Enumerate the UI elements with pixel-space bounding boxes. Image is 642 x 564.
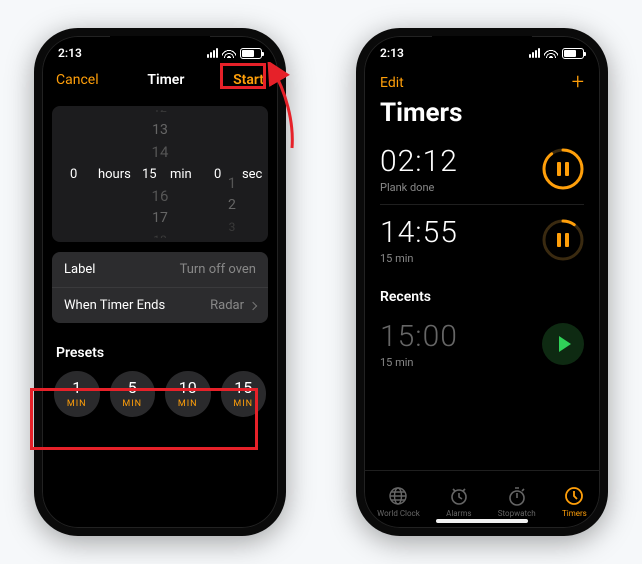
tab-alarms[interactable]: Alarms — [446, 486, 471, 518]
row-label-key: Label — [64, 262, 95, 277]
preset-button[interactable]: 5 MIN — [110, 371, 156, 417]
add-button[interactable]: + — [572, 72, 584, 94]
chevron-right-icon — [249, 301, 257, 309]
alarm-icon — [449, 486, 469, 506]
pause-button[interactable] — [542, 219, 584, 261]
preset-button[interactable]: 1 MIN — [54, 371, 100, 417]
cancel-button[interactable]: Cancel — [56, 72, 99, 88]
cellular-icon — [529, 48, 540, 58]
phone-timer-setup: 2:13 Cancel Timer Start — [34, 28, 286, 536]
nav-bar: Edit + — [364, 64, 600, 96]
recent-timers: 15:00 15 min — [364, 309, 600, 379]
row-label[interactable]: Label Turn off oven — [52, 252, 268, 287]
timer-time: 02:12 — [380, 144, 458, 179]
wifi-icon — [544, 48, 558, 58]
row-label-value: Turn off oven — [180, 262, 256, 277]
recent-time: 15:00 — [380, 319, 458, 354]
timer-icon — [564, 486, 584, 506]
edit-button[interactable]: Edit — [380, 75, 404, 91]
battery-icon — [562, 48, 584, 59]
status-indicators — [529, 48, 584, 59]
presets-title: Presets — [56, 345, 264, 361]
presets-row: 1 MIN 5 MIN 10 MIN 15 MIN — [42, 371, 278, 435]
wifi-icon — [222, 48, 236, 58]
recent-item[interactable]: 15:00 15 min — [380, 309, 584, 379]
tab-timers[interactable]: Timers — [562, 486, 587, 518]
active-timers: 02:12 Plank done 14:55 15 min — [364, 134, 600, 275]
status-time: 2:13 — [58, 46, 82, 60]
page-title: Timers — [364, 96, 600, 134]
notch — [432, 36, 532, 58]
recents-title: Recents — [364, 275, 600, 309]
timer-label: 15 min — [380, 252, 458, 265]
timer-item[interactable]: 02:12 Plank done — [380, 134, 584, 205]
start-button[interactable]: Start — [233, 72, 264, 88]
timer-label: Plank done — [380, 181, 458, 194]
status-time: 2:13 — [380, 46, 404, 60]
timer-item[interactable]: 14:55 15 min — [380, 205, 584, 275]
pause-button[interactable] — [542, 148, 584, 190]
timer-time: 14:55 — [380, 215, 458, 250]
status-indicators — [207, 48, 262, 59]
battery-icon — [240, 48, 262, 59]
play-icon — [559, 336, 571, 352]
duration-picker[interactable]: 12 13 14 . 16 17 18 . — [52, 106, 268, 242]
home-indicator[interactable] — [436, 519, 528, 523]
options-list: Label Turn off oven When Timer Ends Rada… — [52, 252, 268, 323]
recent-label: 15 min — [380, 356, 458, 369]
phone-timers-list: 2:13 Edit + Timers 02:12 Pl — [356, 28, 608, 536]
nav-bar: Cancel Timer Start — [42, 64, 278, 92]
stopwatch-icon — [507, 486, 527, 506]
row-ends-value: Radar — [210, 298, 244, 313]
preset-button[interactable]: 10 MIN — [165, 371, 211, 417]
cellular-icon — [207, 48, 218, 58]
nav-title: Timer — [147, 72, 184, 88]
tab-stopwatch[interactable]: Stopwatch — [498, 486, 536, 518]
tab-world-clock[interactable]: World Clock — [377, 486, 420, 518]
notch — [110, 36, 210, 58]
preset-button[interactable]: 15 MIN — [221, 371, 267, 417]
row-when-timer-ends[interactable]: When Timer Ends Radar — [52, 287, 268, 323]
globe-icon — [388, 486, 408, 506]
play-button[interactable] — [542, 323, 584, 365]
row-ends-key: When Timer Ends — [64, 298, 165, 313]
